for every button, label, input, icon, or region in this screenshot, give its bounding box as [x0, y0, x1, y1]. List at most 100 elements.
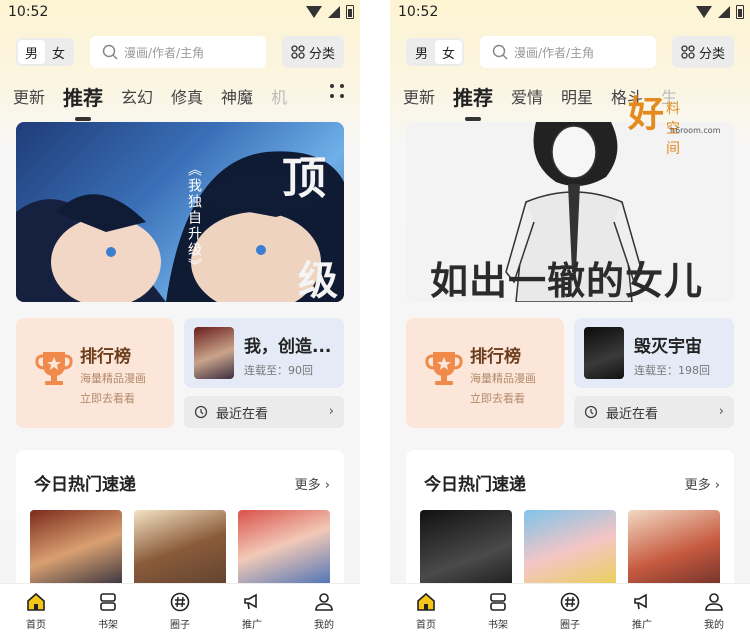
gender-female[interactable]: 女	[435, 40, 462, 64]
continue-title: 毁灭宇宙	[634, 337, 702, 357]
tab-mecha[interactable]: 机	[262, 84, 296, 108]
more-tabs-icon[interactable]	[330, 84, 346, 100]
tab-demon[interactable]: 神魔	[212, 84, 262, 108]
nav-home[interactable]: 首页	[0, 584, 72, 639]
search-placeholder: 漫画/作者/主角	[514, 45, 595, 60]
recent-label: 最近在看	[216, 406, 269, 422]
watermark-big: 好	[628, 93, 665, 135]
nav-bookshelf[interactable]: 书架	[462, 584, 534, 639]
ranking-sub1: 海量精品漫画	[80, 372, 146, 385]
banner-carousel[interactable]: 如出一辙的女儿	[406, 122, 734, 302]
hot-comic-thumb[interactable]	[30, 510, 122, 590]
category-label: 分类	[308, 46, 335, 62]
hot-title: 今日热门速递	[424, 475, 526, 495]
recent-label: 最近在看	[606, 406, 659, 422]
search-icon	[492, 44, 508, 60]
category-button[interactable]: 分类	[672, 36, 734, 68]
nav-promote[interactable]: 推广	[606, 584, 678, 639]
tab-update[interactable]: 更新	[4, 84, 54, 108]
status-time: 10:52	[398, 4, 439, 20]
search-input[interactable]: 漫画/作者/主角	[90, 36, 266, 68]
nav-mine[interactable]: 我的	[288, 584, 360, 639]
home-icon	[417, 592, 435, 611]
category-button[interactable]: 分类	[282, 36, 344, 68]
gender-male[interactable]: 男	[408, 40, 435, 64]
history-icon	[194, 405, 208, 419]
hot-comic-thumb[interactable]	[524, 510, 616, 590]
gender-male[interactable]: 男	[18, 40, 45, 64]
category-label: 分类	[698, 46, 725, 62]
search-placeholder: 漫画/作者/主角	[124, 45, 205, 60]
ranking-sub1: 海量精品漫画	[470, 372, 536, 385]
nav-promote[interactable]: 推广	[216, 584, 288, 639]
hot-comic-thumb[interactable]	[238, 510, 330, 590]
tab-recommend[interactable]: 推荐	[444, 82, 502, 121]
continue-progress: 连载至：90回	[244, 364, 313, 377]
megaphone-icon	[244, 593, 257, 610]
gender-toggle[interactable]: 男 女	[16, 38, 74, 66]
grid-icon	[291, 45, 305, 59]
banner-title-bottom: 级	[298, 257, 338, 302]
phone-screen-right: 10:52 男 女 漫画/作者/主角 分类 更新 推荐 爱情 明星 格斗 生 如…	[390, 0, 750, 639]
banner-title-top: 顶	[282, 153, 326, 204]
hot-more-link[interactable]: 更多 ›	[685, 474, 720, 493]
chevron-right-icon: ›	[718, 404, 724, 419]
gender-toggle[interactable]: 男 女	[406, 38, 464, 66]
signal-icon	[718, 6, 730, 18]
hot-comic-thumb[interactable]	[134, 510, 226, 590]
search-icon	[102, 44, 118, 60]
ranking-sub2: 立即去看看	[470, 392, 525, 405]
ranking-card[interactable]: 排行榜 海量精品漫画 立即去看看	[16, 318, 174, 428]
hot-more-link[interactable]: 更多 ›	[295, 474, 330, 493]
battery-icon	[736, 5, 744, 19]
ranking-label: 排行榜	[80, 347, 131, 367]
phone-screen-left: 10:52 男 女 漫画/作者/主角 分类 更新 推荐 玄幻 修真 神魔 机 《…	[0, 0, 360, 639]
bookshelf-icon	[100, 593, 116, 611]
tab-recommend[interactable]: 推荐	[54, 82, 112, 121]
hot-section: 今日热门速递 更多 ›	[406, 450, 734, 600]
recently-viewed-button[interactable]: 最近在看 ›	[574, 396, 734, 428]
continue-title: 我，创造...	[244, 337, 332, 357]
megaphone-icon	[634, 593, 647, 610]
category-tabs: 更新 推荐 爱情 明星 格斗 生	[394, 76, 746, 121]
gender-female[interactable]: 女	[45, 40, 72, 64]
ranking-label: 排行榜	[470, 347, 521, 367]
nav-mine[interactable]: 我的	[678, 584, 750, 639]
bookshelf-icon	[490, 593, 506, 611]
nav-home[interactable]: 首页	[390, 584, 462, 639]
grid-icon	[681, 45, 695, 59]
wifi-icon	[306, 6, 322, 18]
category-tabs: 更新 推荐 玄幻 修真 神魔 机	[4, 76, 356, 121]
trophy-icon	[35, 352, 73, 385]
watermark-logo: 好 料空间 h6room.com	[628, 93, 720, 157]
tab-celebrity[interactable]: 明星	[552, 84, 602, 108]
banner-caption: 如出一辙的女儿	[430, 259, 704, 302]
history-icon	[584, 405, 598, 419]
bottom-nav: 首页 书架 圈子 推广 我的	[0, 583, 360, 639]
hot-section: 今日热门速递 更多 ›	[16, 450, 344, 600]
tab-fantasy[interactable]: 玄幻	[112, 84, 162, 108]
hot-title: 今日热门速递	[34, 475, 136, 495]
person-icon	[315, 593, 333, 611]
ranking-card[interactable]: 排行榜 海量精品漫画 立即去看看	[406, 318, 564, 428]
watermark-url: h6room.com	[670, 126, 721, 135]
nav-bookshelf[interactable]: 书架	[72, 584, 144, 639]
tab-romance[interactable]: 爱情	[502, 84, 552, 108]
continue-cover	[194, 327, 234, 379]
continue-reading-card[interactable]: 我，创造... 连载至：90回	[184, 318, 344, 388]
recently-viewed-button[interactable]: 最近在看 ›	[184, 396, 344, 428]
tab-update[interactable]: 更新	[394, 84, 444, 108]
hashtag-icon	[560, 592, 580, 612]
nav-circle[interactable]: 圈子	[534, 584, 606, 639]
banner-carousel[interactable]: 《我独自升级》 顶 级	[16, 122, 344, 302]
continue-reading-card[interactable]: 毁灭宇宙 连载至：198回	[574, 318, 734, 388]
chevron-right-icon: ›	[328, 404, 334, 419]
hot-comic-thumb[interactable]	[628, 510, 720, 590]
search-input[interactable]: 漫画/作者/主角	[480, 36, 656, 68]
tab-cultivation[interactable]: 修真	[162, 84, 212, 108]
banner-vertical-title: 《我独自升级》	[186, 162, 202, 274]
nav-circle[interactable]: 圈子	[144, 584, 216, 639]
ranking-sub2: 立即去看看	[80, 392, 135, 405]
hot-comic-thumb[interactable]	[420, 510, 512, 590]
person-icon	[705, 593, 723, 611]
